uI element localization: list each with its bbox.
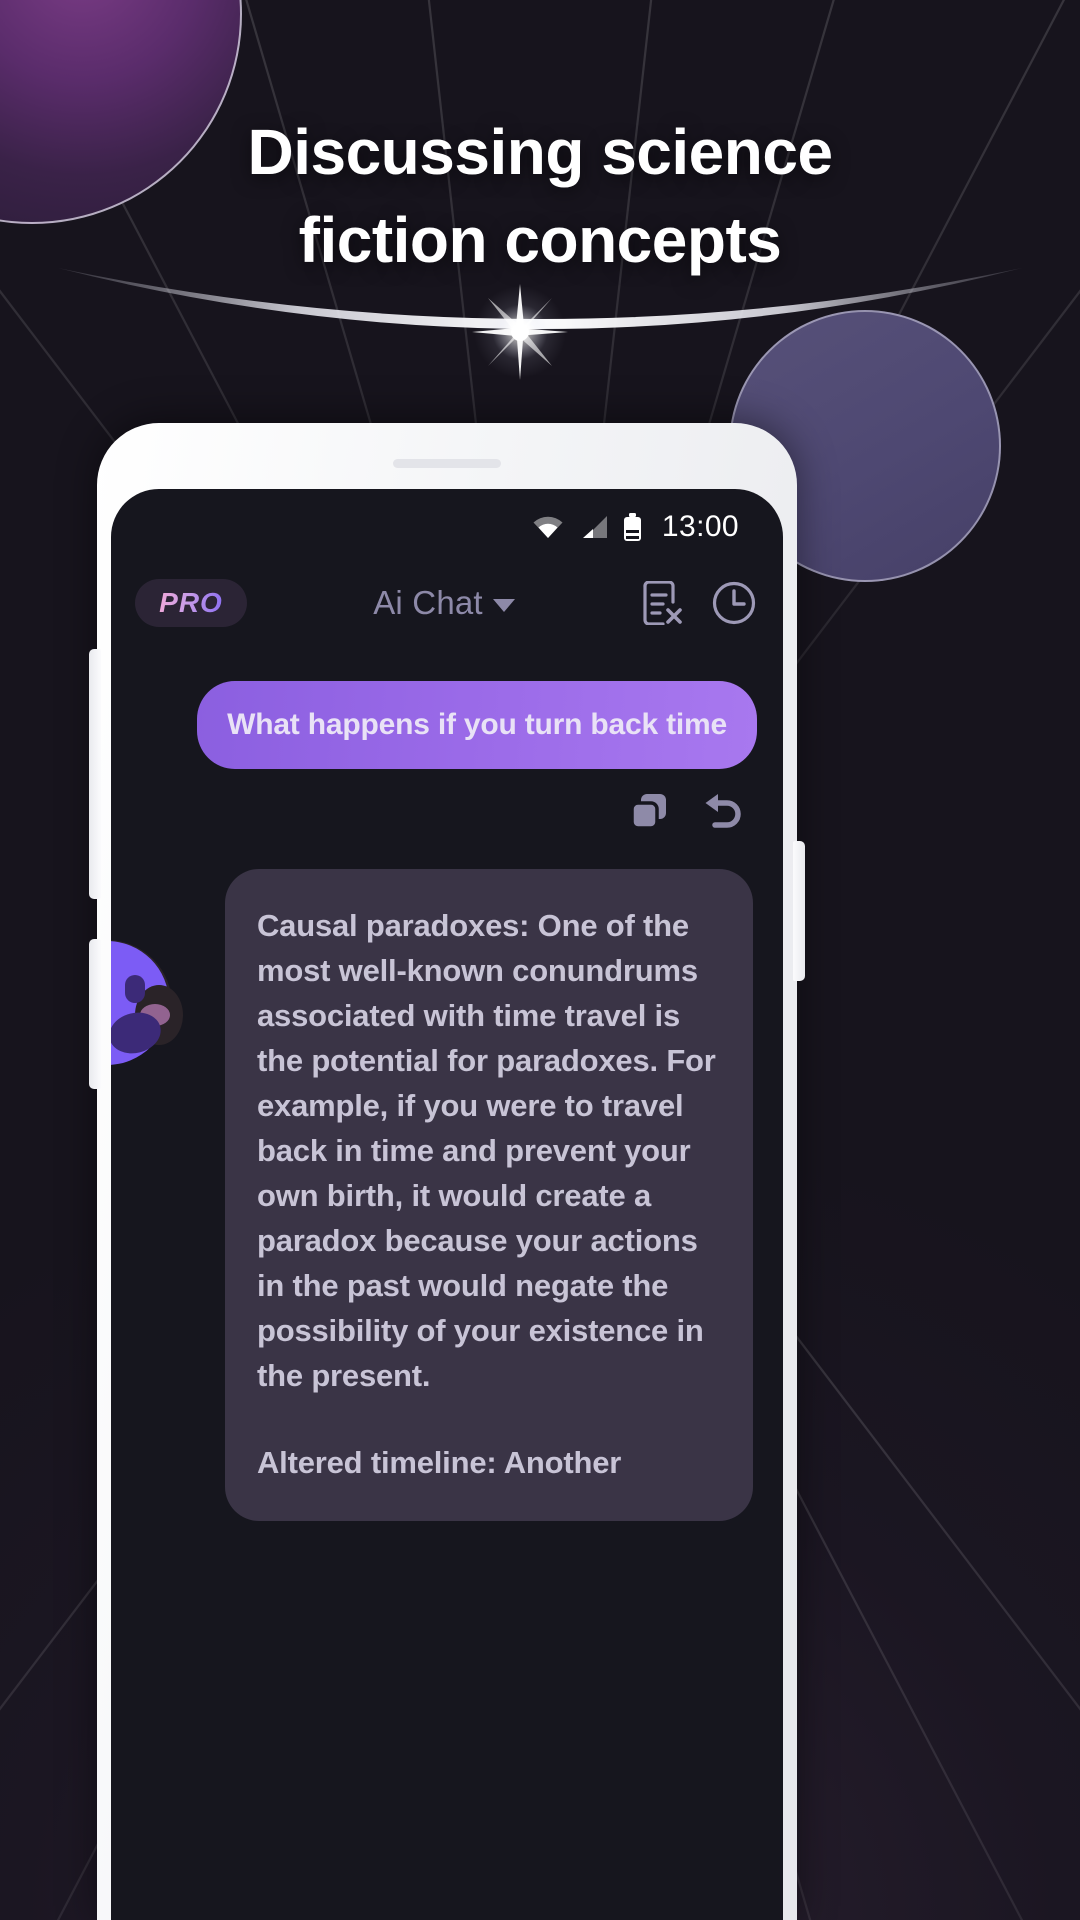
assistant-message-bubble[interactable]: Causal paradoxes: One of the most well-k…: [225, 869, 753, 1521]
user-message-row: What happens if you turn back time: [137, 681, 757, 769]
pro-badge-label: PRO: [159, 587, 223, 618]
copy-icon[interactable]: [629, 791, 669, 831]
assistant-paragraph: Causal paradoxes: One of the most well-k…: [257, 908, 716, 1393]
clear-chat-icon[interactable]: [641, 581, 683, 625]
message-action-bar: [137, 769, 757, 831]
wifi-icon: [533, 516, 563, 538]
chevron-down-icon: [492, 599, 515, 612]
chat-thread: What happens if you turn back time Causa…: [111, 651, 783, 1521]
phone-screen: 13:00 PRO Ai Chat What happens if you tu…: [111, 489, 783, 1920]
history-clock-icon[interactable]: [711, 580, 757, 626]
page-title: Ai Chat: [373, 584, 483, 621]
chat-mode-selector[interactable]: Ai Chat: [247, 584, 641, 622]
phone-power-button[interactable]: [793, 841, 805, 981]
phone-volume-down-button[interactable]: [89, 939, 101, 1089]
phone-volume-button[interactable]: [89, 649, 101, 899]
assistant-message-row: Causal paradoxes: One of the most well-k…: [111, 869, 757, 1521]
phone-earpiece: [393, 459, 501, 468]
app-header: PRO Ai Chat: [111, 555, 783, 651]
cellular-signal-icon: [582, 516, 607, 538]
promo-screenshot: Discussing science fiction concepts 13:0…: [0, 0, 1080, 1920]
undo-regenerate-icon[interactable]: [699, 791, 743, 831]
phone-mockup: 13:00 PRO Ai Chat What happens if you tu…: [89, 423, 805, 1920]
status-bar: 13:00: [111, 489, 783, 555]
header-actions: [641, 580, 757, 626]
assistant-paragraph: Altered timeline: Another: [257, 1445, 622, 1480]
status-bar-clock: 13:00: [661, 510, 739, 543]
pro-badge[interactable]: PRO: [135, 579, 247, 627]
headline-line-1: Discussing science: [247, 116, 833, 188]
user-message-bubble[interactable]: What happens if you turn back time: [197, 681, 757, 769]
decorative-arc: [58, 268, 1022, 329]
ai-bot-headphones-avatar: [111, 940, 183, 1065]
battery-icon: [623, 513, 641, 541]
